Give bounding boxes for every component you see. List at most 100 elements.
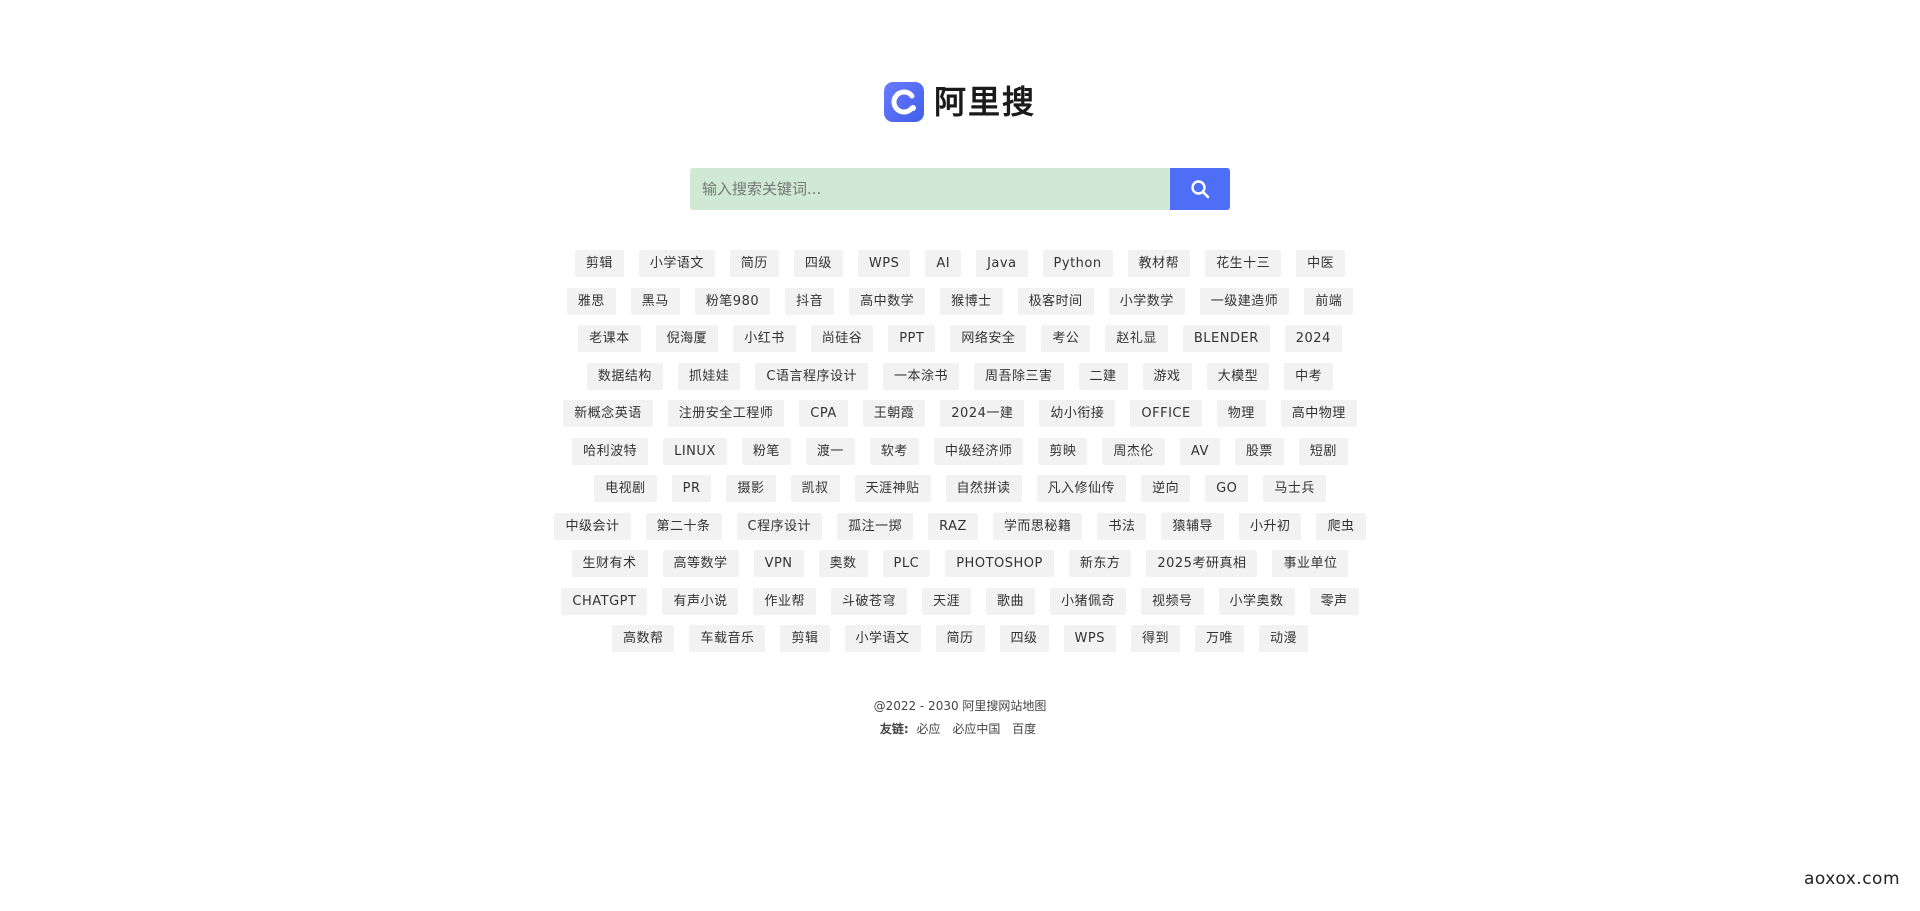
keyword-tag[interactable]: 渡一 [805, 437, 855, 465]
keyword-tag[interactable]: 哈利波特 [572, 437, 649, 465]
keyword-tag[interactable]: 2025考研真相 [1146, 550, 1258, 577]
keyword-tag[interactable]: 大模型 [1206, 362, 1270, 390]
keyword-tag[interactable]: 书法 [1097, 512, 1147, 540]
keyword-tag[interactable]: 天涯神贴 [854, 475, 931, 502]
keyword-tag[interactable]: 物理 [1216, 400, 1266, 427]
keyword-tag[interactable]: 短剧 [1298, 437, 1348, 465]
keyword-tag[interactable]: 中级经济师 [933, 437, 1024, 465]
keyword-tag[interactable]: 老课本 [578, 325, 641, 352]
keyword-tag[interactable]: PHOTOSHOP [945, 550, 1054, 577]
keyword-tag[interactable]: 学而思秘籍 [992, 512, 1083, 540]
keyword-tag[interactable]: Python [1042, 250, 1113, 277]
keyword-tag[interactable]: 花生十三 [1205, 250, 1282, 277]
keyword-tag[interactable]: 高中物理 [1280, 400, 1357, 427]
keyword-tag[interactable]: C语言程序设计 [755, 362, 868, 390]
keyword-tag[interactable]: 粉笔980 [694, 287, 771, 315]
keyword-tag[interactable]: 剪映 [1038, 437, 1088, 465]
keyword-tag[interactable]: 注册安全工程师 [667, 400, 785, 427]
keyword-tag[interactable]: 第二十条 [645, 512, 722, 540]
keyword-tag[interactable]: 奥数 [818, 550, 868, 577]
keyword-tag[interactable]: 考公 [1041, 325, 1091, 352]
keyword-tag[interactable]: 视频号 [1141, 587, 1204, 615]
keyword-tag[interactable]: 四级 [999, 625, 1049, 652]
keyword-tag[interactable]: 二建 [1078, 362, 1128, 390]
keyword-tag[interactable]: CHATGPT [561, 587, 648, 615]
keyword-tag[interactable]: 尚硅谷 [810, 325, 874, 352]
friend-link-baidu[interactable]: 百度 [1012, 722, 1036, 736]
keyword-tag[interactable]: Java [976, 250, 1028, 277]
keyword-tag[interactable]: 爬虫 [1316, 512, 1366, 540]
keyword-tag[interactable]: 前端 [1304, 287, 1354, 315]
keyword-tag[interactable]: GO [1205, 475, 1249, 502]
keyword-tag[interactable]: 凯叔 [790, 475, 840, 502]
keyword-tag[interactable]: 中级会计 [554, 512, 631, 540]
keyword-tag[interactable]: 摄影 [726, 475, 776, 502]
keyword-tag[interactable]: 有声小说 [662, 587, 739, 615]
keyword-tag[interactable]: 网络安全 [950, 325, 1027, 352]
keyword-tag[interactable]: 黑马 [630, 287, 680, 315]
keyword-tag[interactable]: 孤注一掷 [837, 512, 914, 540]
keyword-tag[interactable]: 猴博士 [940, 287, 1003, 315]
keyword-tag[interactable]: 雅思 [566, 287, 616, 315]
keyword-tag[interactable]: 剪辑 [780, 625, 830, 652]
keyword-tag[interactable]: 粉笔 [741, 437, 791, 465]
keyword-tag[interactable]: 一本涂书 [883, 362, 960, 390]
keyword-tag[interactable]: PR [671, 475, 712, 502]
friend-link-bing-china[interactable]: 必应中国 [952, 722, 1000, 736]
keyword-tag[interactable]: 车载音乐 [689, 625, 766, 652]
keyword-tag[interactable]: OFFICE [1130, 400, 1202, 427]
site-logo[interactable]: 阿里搜 [0, 82, 1920, 122]
search-button[interactable] [1170, 168, 1230, 210]
keyword-tag[interactable]: 软考 [869, 437, 919, 465]
keyword-tag[interactable]: 小学数学 [1108, 287, 1185, 315]
keyword-tag[interactable]: 2024 [1284, 325, 1342, 352]
keyword-tag[interactable]: 中医 [1296, 250, 1346, 277]
keyword-tag[interactable]: 马士兵 [1263, 475, 1326, 502]
keyword-tag[interactable]: 周杰伦 [1102, 437, 1165, 465]
keyword-tag[interactable]: 猿辅导 [1161, 512, 1224, 540]
keyword-tag[interactable]: 股票 [1234, 437, 1284, 465]
keyword-tag[interactable]: 抖音 [785, 287, 835, 315]
keyword-tag[interactable]: 新概念英语 [563, 400, 653, 427]
keyword-tag[interactable]: 高等数学 [662, 550, 739, 577]
keyword-tag[interactable]: 歌曲 [986, 587, 1036, 615]
keyword-tag[interactable]: 周吾除三害 [974, 362, 1064, 390]
keyword-tag[interactable]: 小升初 [1238, 512, 1302, 540]
keyword-tag[interactable]: 得到 [1131, 625, 1181, 652]
keyword-tag[interactable]: 小红书 [733, 325, 796, 352]
keyword-tag[interactable]: RAZ [928, 512, 978, 540]
keyword-tag[interactable]: 赵礼显 [1105, 325, 1168, 352]
keyword-tag[interactable]: C程序设计 [736, 512, 823, 540]
keyword-tag[interactable]: 简历 [729, 250, 779, 277]
keyword-tag[interactable]: 四级 [793, 250, 843, 277]
keyword-tag[interactable]: 新东方 [1068, 550, 1132, 577]
keyword-tag[interactable]: 王朝霞 [862, 400, 926, 427]
keyword-tag[interactable]: 极客时间 [1017, 287, 1094, 315]
keyword-tag[interactable]: BLENDER [1182, 325, 1270, 352]
keyword-tag[interactable]: 游戏 [1142, 362, 1192, 390]
keyword-tag[interactable]: 动漫 [1259, 625, 1309, 652]
keyword-tag[interactable]: 中考 [1284, 362, 1334, 390]
keyword-tag[interactable]: 小学语文 [844, 625, 921, 652]
keyword-tag[interactable]: 倪海厦 [655, 325, 719, 352]
keyword-tag[interactable]: 教材帮 [1127, 250, 1191, 277]
keyword-tag[interactable]: 幼小衔接 [1039, 400, 1116, 427]
keyword-tag[interactable]: CPA [799, 400, 848, 427]
keyword-tag[interactable]: PPT [888, 325, 936, 352]
keyword-tag[interactable]: 剪辑 [574, 250, 624, 277]
keyword-tag[interactable]: 事业单位 [1272, 550, 1349, 577]
keyword-tag[interactable]: 数据结构 [586, 362, 663, 390]
keyword-tag[interactable]: 生财有术 [571, 550, 648, 577]
keyword-tag[interactable]: AV [1179, 437, 1220, 465]
keyword-tag[interactable]: 高中数学 [849, 287, 926, 315]
keyword-tag[interactable]: 电视剧 [594, 475, 657, 502]
friend-link-bing[interactable]: 必应 [916, 722, 940, 736]
keyword-tag[interactable]: 天涯 [921, 587, 971, 615]
keyword-tag[interactable]: AI [925, 250, 962, 277]
keyword-tag[interactable]: LINUX [663, 437, 727, 465]
keyword-tag[interactable]: 小学奥数 [1218, 587, 1295, 615]
keyword-tag[interactable]: PLC [882, 550, 931, 577]
keyword-tag[interactable]: 简历 [935, 625, 985, 652]
keyword-tag[interactable]: 小猪佩奇 [1050, 587, 1127, 615]
keyword-tag[interactable]: 高数帮 [611, 625, 675, 652]
